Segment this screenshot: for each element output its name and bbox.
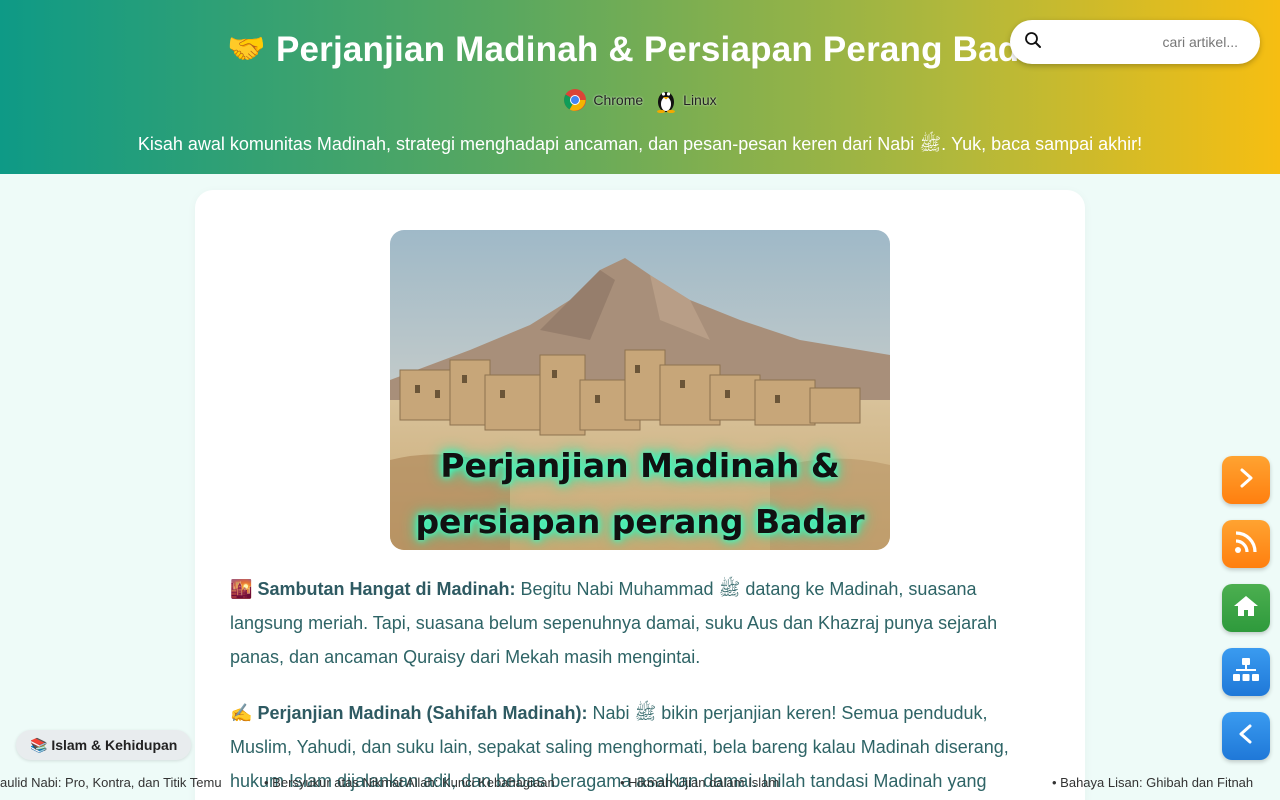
category-badge[interactable]: 📚 Islam & Kehidupan: [16, 730, 192, 760]
paragraph-1-heading: Sambutan Hangat di Madinah:: [257, 579, 516, 599]
hero-caption: Perjanjian Madinah & persiapan perang Ba…: [390, 438, 890, 550]
writing-hand-icon: ✍️: [230, 703, 253, 723]
ticker-item[interactable]: • Bersyukur atas Nikmat Allah: Kunci Keb…: [264, 775, 555, 790]
platform-chrome: Chrome: [563, 88, 643, 112]
chevron-left-icon: [1235, 723, 1257, 750]
platform-linux-label: Linux: [683, 92, 717, 108]
platform-chrome-label: Chrome: [593, 92, 644, 108]
ticker-item[interactable]: aulid Nabi: Pro, Kontra, dan Titik Temu: [0, 775, 222, 790]
sitemap-icon: [1232, 657, 1260, 688]
platform-badges: Chrome Linux: [0, 87, 1280, 113]
home-button[interactable]: [1222, 584, 1270, 632]
hero-caption-line1: Perjanjian Madinah &: [440, 446, 840, 485]
tux-icon: [655, 87, 677, 113]
next-article-button[interactable]: [1222, 456, 1270, 504]
search-input[interactable]: [1068, 34, 1238, 50]
ticker-item[interactable]: • Bahaya Lisan: Ghibah dan Fitnah: [1052, 775, 1253, 790]
sunset-icon: 🌇: [230, 579, 253, 599]
page-subtitle: Kisah awal komunitas Madinah, strategi m…: [137, 134, 1143, 154]
platform-linux: Linux: [655, 87, 717, 113]
sitemap-button[interactable]: [1222, 648, 1270, 696]
search-icon[interactable]: [1024, 31, 1042, 54]
hero-caption-line2: persiapan perang Badar: [415, 502, 865, 541]
page-title-text: Perjanjian Madinah & Persiapan Perang Ba…: [275, 30, 1053, 69]
related-articles-ticker: aulid Nabi: Pro, Kontra, dan Titik Temu …: [0, 775, 1280, 793]
hero-image: Perjanjian Madinah & persiapan perang Ba…: [390, 230, 890, 550]
paragraph-2-heading: Perjanjian Madinah (Sahifah Madinah):: [257, 703, 588, 723]
chevron-right-icon: [1235, 467, 1257, 494]
handshake-icon: 🤝: [227, 31, 266, 66]
back-button[interactable]: [1222, 712, 1270, 760]
rss-icon: [1233, 529, 1259, 560]
article-paragraph-1: 🌇 Sambutan Hangat di Madinah: Begitu Nab…: [230, 572, 1050, 674]
search-box[interactable]: [1010, 20, 1260, 64]
home-icon: [1233, 594, 1259, 623]
article-card: Perjanjian Madinah & persiapan perang Ba…: [195, 190, 1085, 800]
ticker-item[interactable]: • Hikmah Ujian dalam Islam: [620, 775, 779, 790]
rss-button[interactable]: [1222, 520, 1270, 568]
chrome-icon: [563, 88, 587, 112]
